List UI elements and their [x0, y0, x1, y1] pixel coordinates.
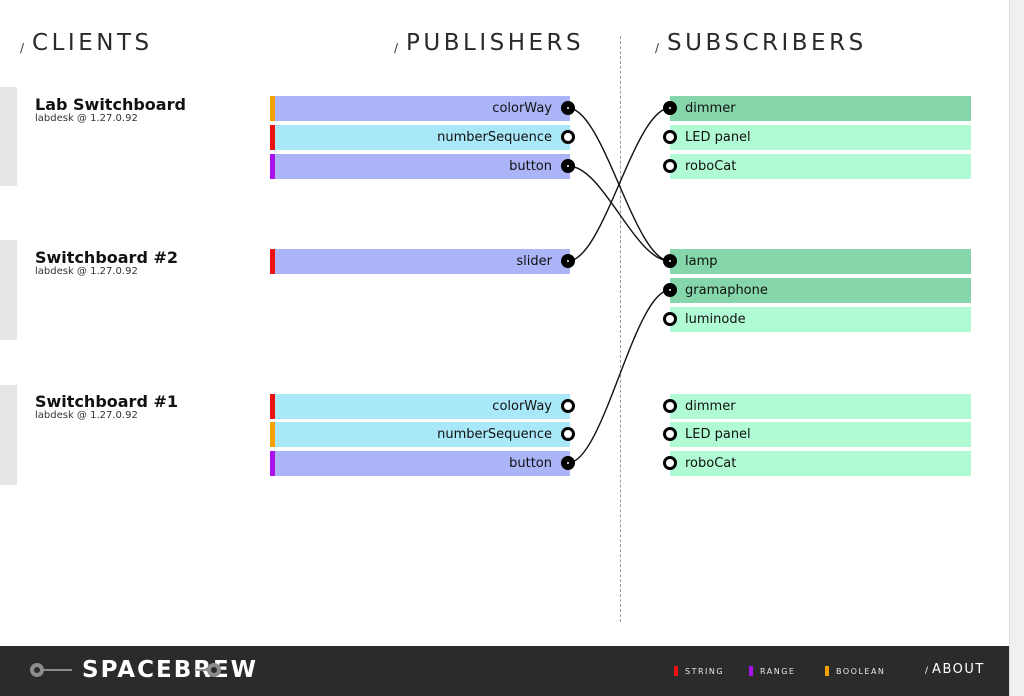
route-editor: / CLIENTS / PUBLISHERS / SUBSCRIBERS Lab Sw… [0, 0, 1024, 696]
subscriber-label: roboCat [685, 159, 737, 174]
publisher-row[interactable]: numberSequence [270, 125, 570, 150]
publisher-node[interactable] [561, 130, 575, 144]
subscribers-header-label: SUBSCRIBERS [667, 30, 867, 56]
subscriber-row[interactable]: roboCat [670, 451, 971, 476]
subscriber-row[interactable]: lamp [670, 249, 971, 274]
subscriber-label: LED panel [685, 130, 751, 145]
client-address: labdesk @ 1.27.0.92 [35, 266, 138, 277]
about-label: ABOUT [932, 662, 985, 677]
publisher-label: button [509, 159, 552, 174]
client-tab-lab-switchboard[interactable] [0, 87, 17, 186]
publishers-header-label: PUBLISHERS [406, 30, 585, 56]
subscriber-node[interactable] [663, 456, 677, 470]
client-name: Switchboard #2 [35, 248, 179, 267]
string-swatch [674, 666, 678, 676]
route-wire[interactable] [567, 289, 671, 464]
publisher-node[interactable] [561, 101, 575, 115]
type-stripe [270, 96, 275, 121]
boolean-swatch [825, 666, 829, 676]
route-wire[interactable] [567, 165, 671, 262]
publisher-node[interactable] [561, 254, 575, 268]
subscriber-row[interactable]: luminode [670, 307, 971, 332]
clients-header-label: CLIENTS [32, 30, 153, 56]
logo-node-right-icon [207, 663, 221, 677]
publisher-label: colorWay [492, 399, 552, 414]
scrollbar[interactable] [1009, 0, 1024, 696]
publisher-label: button [509, 456, 552, 471]
subscriber-row[interactable]: dimmer [670, 96, 971, 121]
subscriber-row[interactable]: LED panel [670, 422, 971, 447]
legend-label: STRING [685, 667, 725, 676]
client-address: labdesk @ 1.27.0.92 [35, 410, 138, 421]
subscriber-node[interactable] [663, 399, 677, 413]
legend-label: BOOLEAN [836, 667, 886, 676]
type-stripe [270, 249, 275, 274]
route-wire[interactable] [567, 107, 671, 262]
about-link[interactable]: / ABOUT [925, 662, 985, 677]
subscriber-row[interactable]: roboCat [670, 154, 971, 179]
publisher-label: numberSequence [437, 130, 552, 145]
subscriber-label: gramaphone [685, 283, 768, 298]
subscriber-node[interactable] [663, 427, 677, 441]
publisher-row[interactable]: button [270, 154, 570, 179]
publisher-node[interactable] [561, 159, 575, 173]
client-tab-switchboard-2[interactable] [0, 240, 17, 340]
logo-line [42, 669, 72, 671]
subscriber-node[interactable] [663, 283, 677, 297]
legend-label: RANGE [760, 667, 796, 676]
subscriber-node[interactable] [663, 101, 677, 115]
subscribers-header: / SUBSCRIBERS [655, 30, 867, 56]
publisher-row[interactable]: colorWay [270, 394, 570, 419]
logo-text: SPACEBREW [82, 657, 259, 683]
clients-header: / CLIENTS [20, 30, 153, 56]
subscriber-label: lamp [685, 254, 718, 269]
publisher-node[interactable] [561, 399, 575, 413]
publisher-label: numberSequence [437, 427, 552, 442]
range-swatch [749, 666, 753, 676]
subscriber-row[interactable]: gramaphone [670, 278, 971, 303]
legend-range: RANGE [749, 666, 795, 678]
subscriber-label: dimmer [685, 399, 736, 414]
client-address: labdesk @ 1.27.0.92 [35, 113, 138, 124]
client-tab-switchboard-1[interactable] [0, 385, 17, 485]
publisher-row[interactable]: button [270, 451, 570, 476]
subscriber-label: LED panel [685, 427, 751, 442]
subscriber-node[interactable] [663, 312, 677, 326]
type-stripe [270, 451, 275, 476]
footer-bar: SPACEBREW STRING RANGE BOOLEAN / ABOUT [0, 646, 1009, 696]
publisher-node[interactable] [561, 427, 575, 441]
legend-string: STRING [674, 666, 724, 678]
subscriber-node[interactable] [663, 130, 677, 144]
subscriber-row[interactable]: dimmer [670, 394, 971, 419]
legend-boolean: BOOLEAN [825, 666, 885, 678]
column-divider [620, 36, 621, 622]
publishers-header: / PUBLISHERS [394, 30, 585, 56]
publisher-row[interactable]: numberSequence [270, 422, 570, 447]
publisher-row[interactable]: slider [270, 249, 570, 274]
publisher-node[interactable] [561, 456, 575, 470]
subscriber-label: luminode [685, 312, 746, 327]
subscriber-row[interactable]: LED panel [670, 125, 971, 150]
subscriber-node[interactable] [663, 159, 677, 173]
client-name: Lab Switchboard [35, 95, 186, 114]
type-stripe [270, 394, 275, 419]
type-stripe [270, 154, 275, 179]
publisher-row[interactable]: colorWay [270, 96, 570, 121]
publisher-label: colorWay [492, 101, 552, 116]
subscriber-label: roboCat [685, 456, 737, 471]
publisher-label: slider [516, 254, 552, 269]
type-stripe [270, 125, 275, 150]
client-name: Switchboard #1 [35, 392, 179, 411]
type-stripe [270, 422, 275, 447]
subscriber-label: dimmer [685, 101, 736, 116]
route-wire[interactable] [567, 107, 671, 262]
subscriber-node[interactable] [663, 254, 677, 268]
